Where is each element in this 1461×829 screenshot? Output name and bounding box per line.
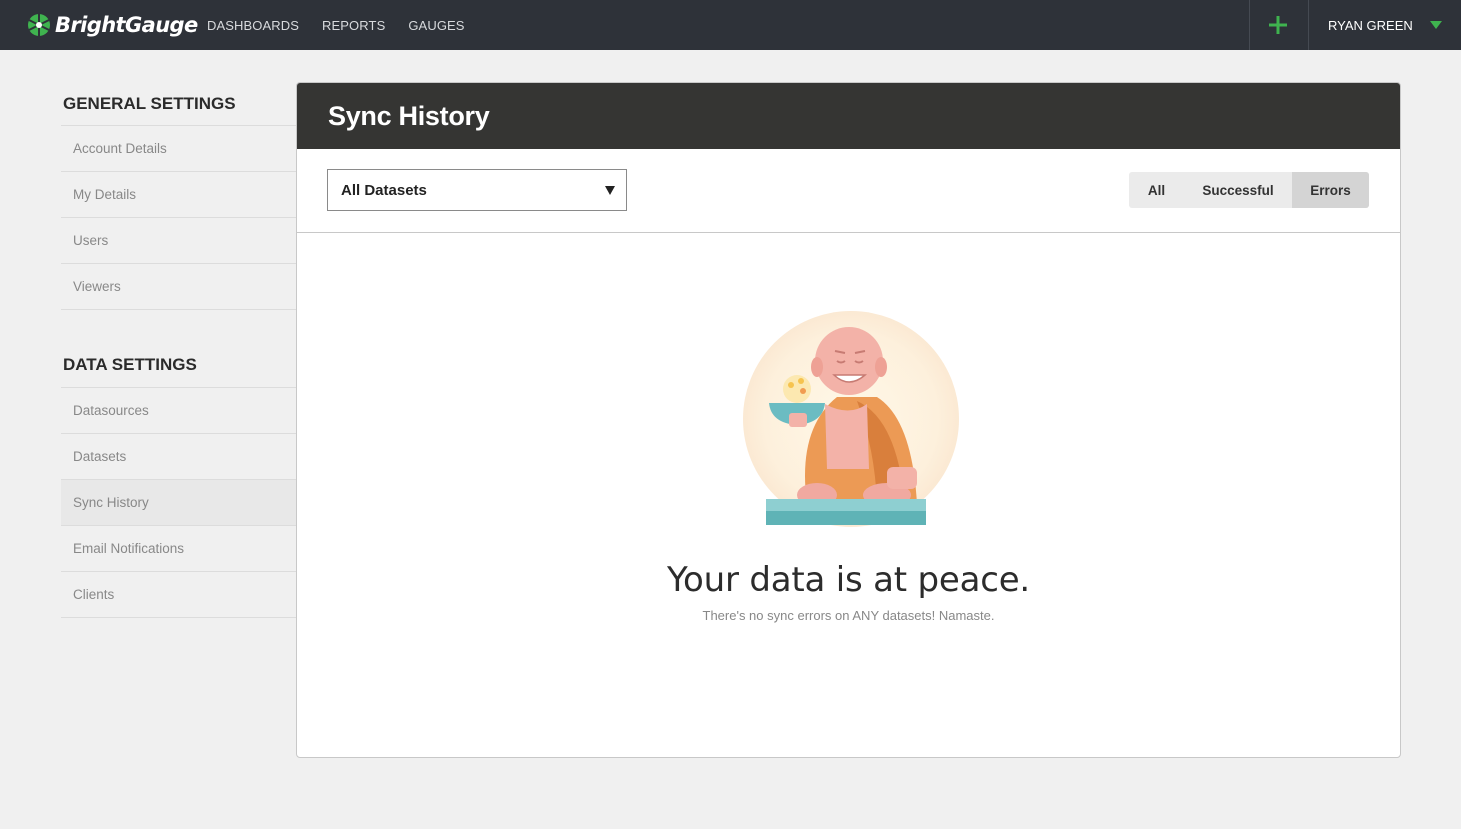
dataset-select[interactable]: All Datasets [327,169,627,211]
add-button[interactable] [1258,0,1298,50]
filter-all-button[interactable]: All [1129,172,1184,208]
status-filter-group: All Successful Errors [1129,172,1369,208]
filter-toolbar: All Datasets All Successful Errors [297,149,1400,233]
sidebar-item-datasources[interactable]: Datasources [61,388,296,434]
panel-header: Sync History [297,83,1400,149]
nav-divider [1249,0,1250,50]
sidebar-item-email-notifications[interactable]: Email Notifications [61,526,296,572]
gauge-logo-icon [28,14,50,36]
brightgauge-logo[interactable]: BrightGauge [27,10,198,40]
logo-text: BrightGauge [55,13,198,37]
nav-divider [1308,0,1309,50]
sidebar-item-datasets[interactable]: Datasets [61,434,296,480]
empty-state-subtitle: There's no sync errors on ANY datasets! … [702,608,995,623]
nav-dashboards[interactable]: DASHBOARDS [207,18,299,33]
user-menu-name[interactable]: RYAN GREEN [1328,0,1413,50]
nav-reports[interactable]: REPORTS [322,18,385,33]
chevron-down-icon[interactable] [1430,21,1442,29]
meditating-monk-illustration [743,311,959,527]
empty-state-title: Your data is at peace. [666,560,1031,600]
sidebar-item-account-details[interactable]: Account Details [61,126,296,172]
filter-successful-button[interactable]: Successful [1184,172,1292,208]
sidebar-item-clients[interactable]: Clients [61,572,296,618]
settings-sidebar: GENERAL SETTINGS Account Details My Deta… [61,82,296,618]
sync-history-panel: Sync History All Datasets All Successful… [296,82,1401,758]
page-title: Sync History [328,100,490,131]
sidebar-item-my-details[interactable]: My Details [61,172,296,218]
top-navigation-bar: BrightGauge DASHBOARDS REPORTS GAUGES RY… [0,0,1461,50]
sidebar-item-sync-history[interactable]: Sync History [61,480,296,526]
filter-errors-button[interactable]: Errors [1292,172,1369,208]
sidebar-item-viewers[interactable]: Viewers [61,264,296,310]
sidebar-item-users[interactable]: Users [61,218,296,264]
plus-icon [1269,16,1287,34]
dataset-select-value: All Datasets [341,181,427,199]
general-settings-heading: GENERAL SETTINGS [61,82,296,126]
caret-down-icon [605,186,615,195]
data-settings-heading: DATA SETTINGS [61,332,296,388]
main-nav: DASHBOARDS REPORTS GAUGES [207,0,488,50]
nav-gauges[interactable]: GAUGES [408,18,464,33]
